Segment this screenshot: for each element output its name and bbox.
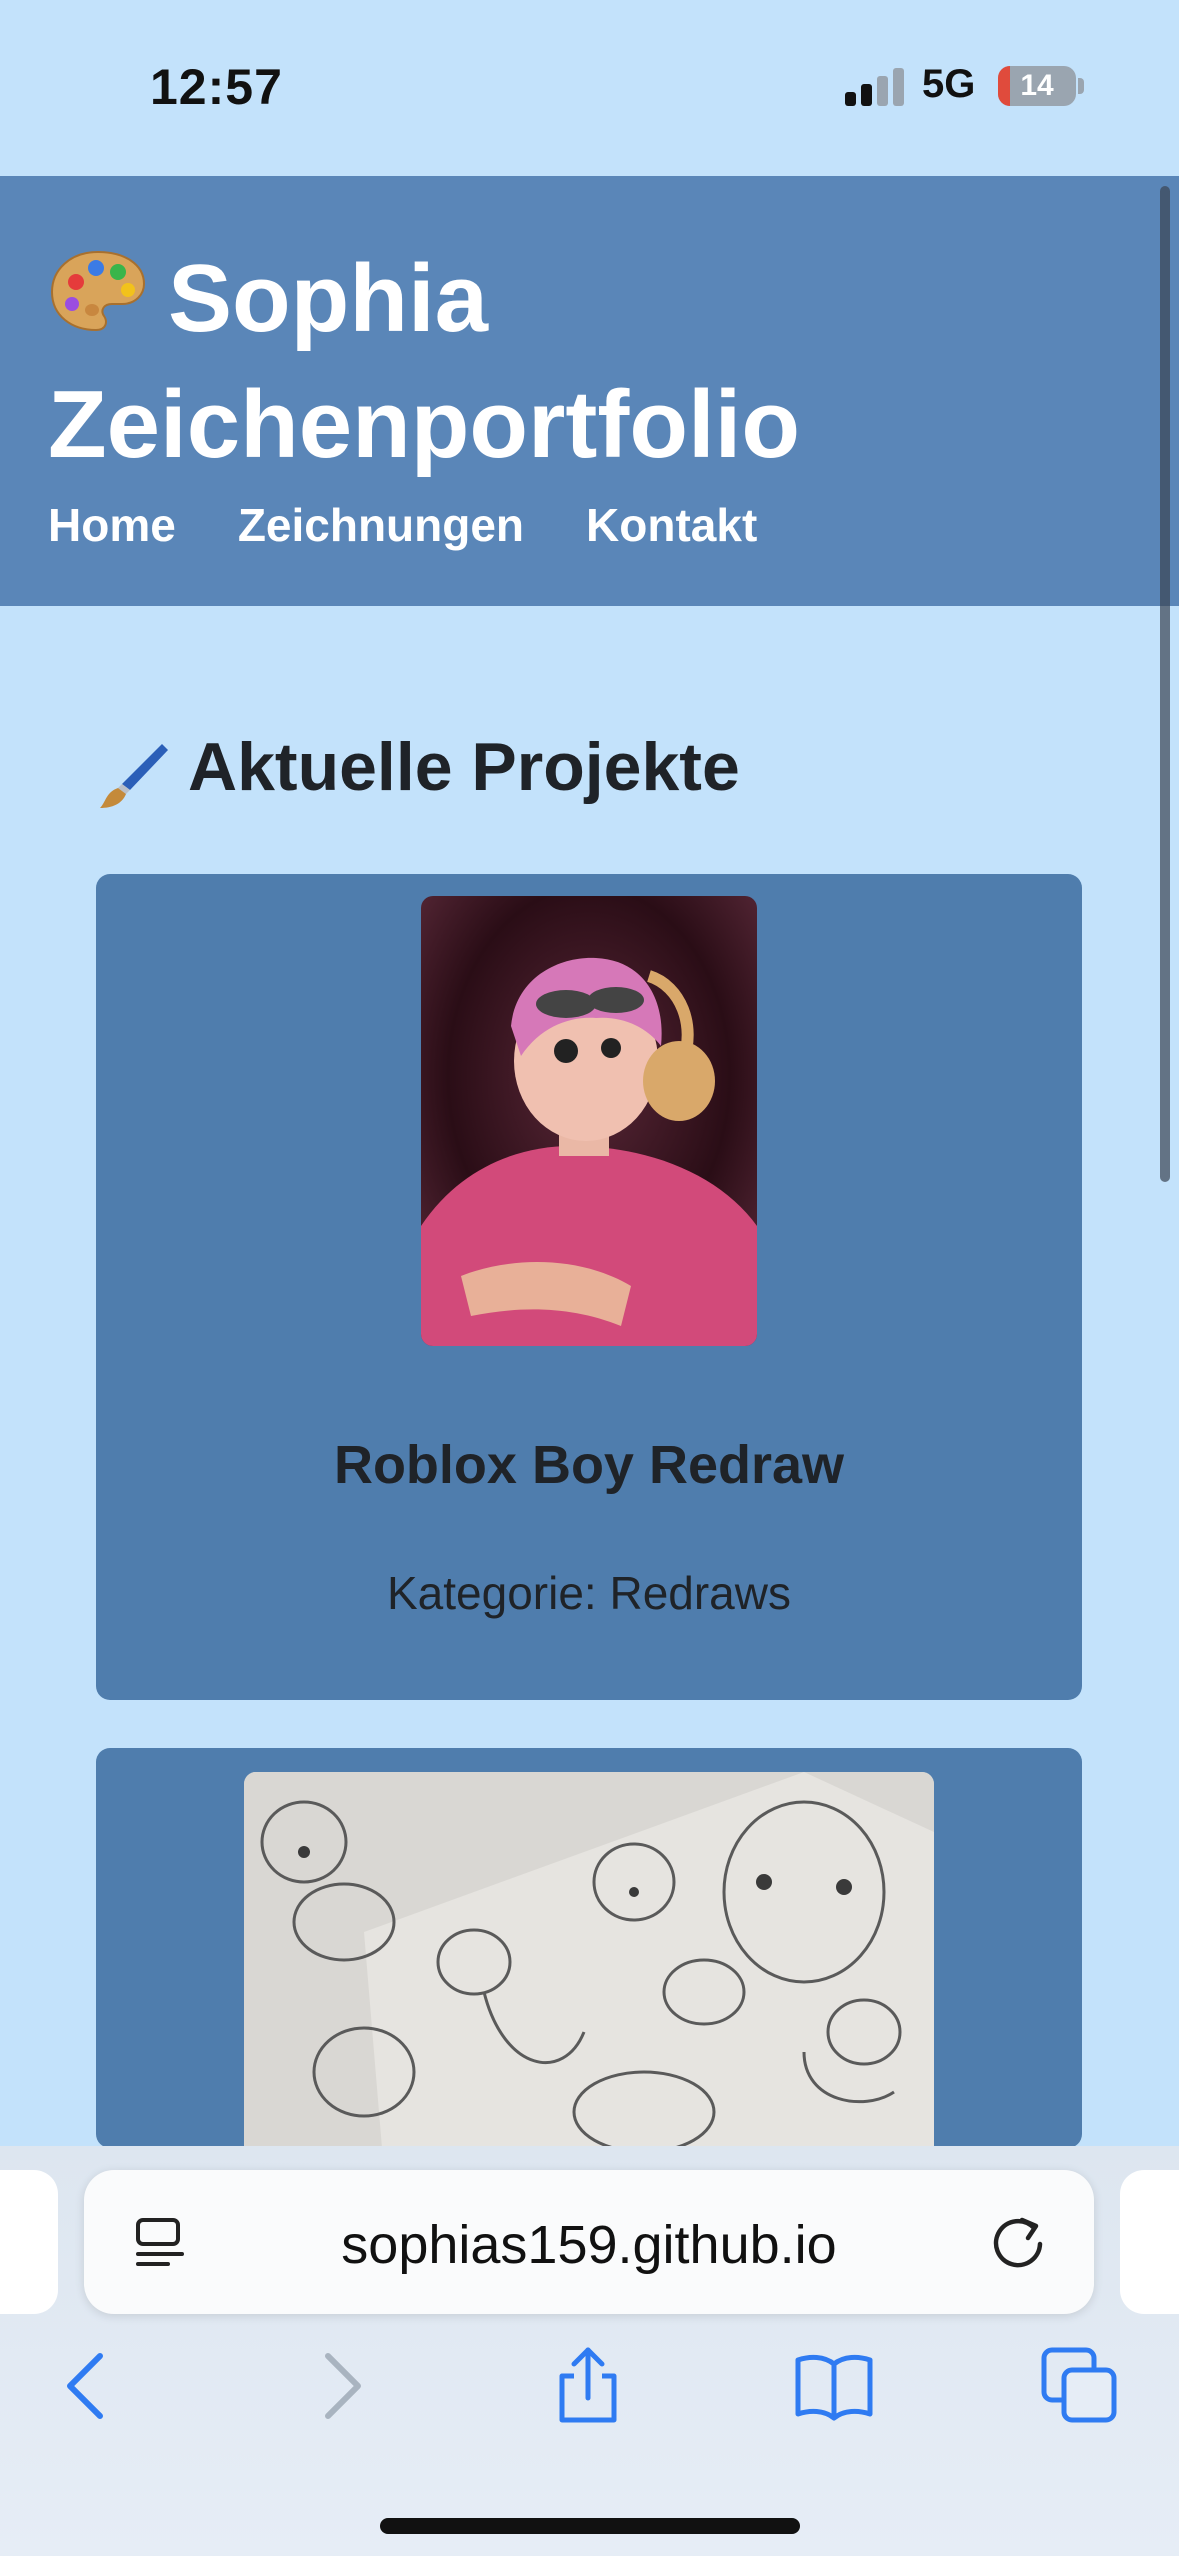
page-scrollbar[interactable]	[1160, 186, 1170, 1182]
forward-icon[interactable]	[300, 2346, 380, 2426]
project-card[interactable]	[96, 1748, 1082, 2148]
site-title-line2: Zeichenportfolio	[48, 371, 800, 478]
site-header: Sophia Zeichenportfolio Home Zeichnungen…	[0, 176, 1179, 606]
project-category: Kategorie: Redraws	[387, 1567, 791, 1619]
nav-kontakt[interactable]: Kontakt	[586, 498, 757, 552]
site-title-line1: Sophia	[168, 245, 489, 352]
nav-zeichnungen[interactable]: Zeichnungen	[238, 498, 524, 552]
status-bar: 12:57 5G 14	[0, 0, 1179, 176]
back-icon[interactable]	[48, 2346, 128, 2426]
battery-level: 14	[1020, 69, 1054, 102]
home-indicator[interactable]	[380, 2518, 800, 2534]
previous-tab-edge[interactable]	[0, 2170, 58, 2314]
site-nav: Home Zeichnungen Kontakt	[48, 498, 757, 552]
battery-tip	[1078, 78, 1084, 94]
browser-toolbar: sophias159.github.io	[0, 2146, 1179, 2556]
network-type: 5G	[922, 62, 976, 106]
reload-icon[interactable]	[988, 2210, 1050, 2272]
battery-icon: 14	[998, 66, 1076, 106]
project-title: Roblox Boy Redraw	[333, 1435, 845, 1495]
bookmarks-icon[interactable]	[794, 2346, 874, 2426]
project-image[interactable]	[244, 1772, 934, 2148]
share-icon[interactable]	[548, 2346, 628, 2426]
section-title: Aktuelle Projekte	[96, 728, 740, 806]
project-image[interactable]	[421, 896, 757, 1346]
tabs-icon[interactable]	[1040, 2346, 1120, 2426]
site-title: Sophia Zeichenportfolio	[48, 236, 948, 488]
address-bar[interactable]: sophias159.github.io	[84, 2170, 1094, 2314]
project-card[interactable]: Roblox Boy Redraw Kategorie: Redraws	[96, 874, 1082, 1700]
status-time: 12:57	[150, 59, 283, 115]
next-tab-edge[interactable]	[1120, 2170, 1179, 2314]
nav-home[interactable]: Home	[48, 498, 176, 552]
screen: 12:57 5G 14 Sophia Zeichenportfolio Home…	[0, 0, 1179, 2556]
section-title-text: Aktuelle Projekte	[188, 729, 740, 805]
url-text: sophias159.github.io	[341, 2215, 837, 2275]
signal-icon	[845, 66, 905, 106]
